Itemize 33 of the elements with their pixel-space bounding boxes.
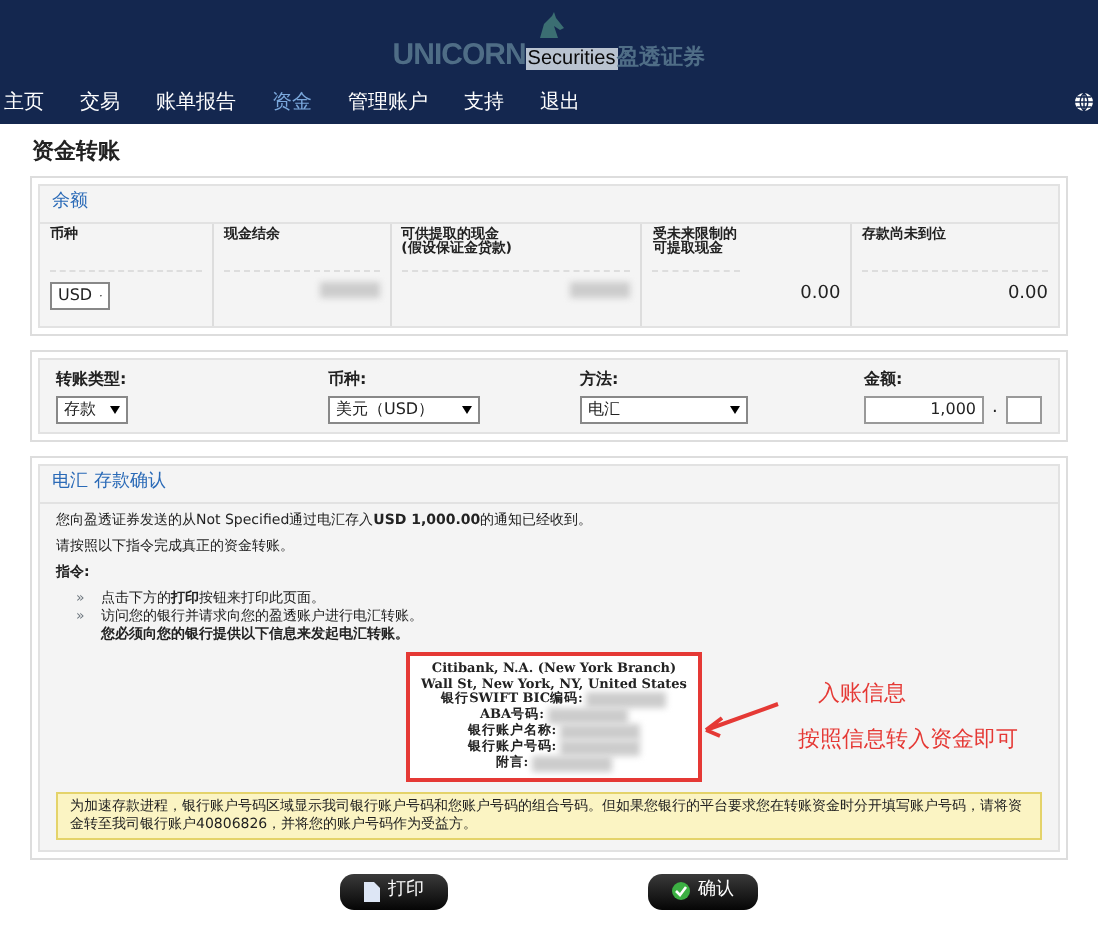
logo-text: Securities: [525, 48, 618, 70]
nav-link[interactable]: 资金: [260, 87, 324, 117]
redacted-value: [319, 281, 380, 297]
logo-text: UNICORN: [392, 38, 526, 72]
print-button[interactable]: 打印: [340, 874, 448, 910]
field-label: 币种:: [328, 367, 369, 391]
field-label: 方法:: [580, 367, 621, 391]
dropdown[interactable]: 存款: [56, 395, 128, 423]
currency-dropdown[interactable]: USD: [50, 281, 110, 309]
decimal-separator: .: [992, 396, 998, 422]
section-title: 电汇 存款确认: [40, 466, 1058, 503]
checkmark-icon: [672, 882, 690, 901]
document-icon: [364, 881, 380, 902]
field-label: 转账类型:: [56, 367, 128, 391]
nav-link[interactable]: 支持: [452, 87, 516, 117]
field-label: 金额:: [864, 367, 905, 391]
redacted-value: [570, 281, 631, 297]
confirm-button[interactable]: 确认: [648, 874, 758, 910]
annotation-title: 入账信息: [818, 680, 908, 710]
amount-field[interactable]: 1,000: [864, 395, 984, 423]
nav-link[interactable]: 账单报告: [144, 87, 248, 117]
dropdown[interactable]: 美元（USD）: [328, 395, 480, 423]
dropdown[interactable]: 电汇: [580, 395, 748, 423]
cents-field[interactable]: [1005, 395, 1042, 423]
nav-link[interactable]: 交易: [68, 87, 132, 117]
table-cell-text: 0.00: [800, 281, 841, 307]
nav-link[interactable]: 主页: [0, 87, 56, 117]
table-cell-text: 0.00: [1007, 281, 1048, 307]
section-title: 余额: [40, 186, 1058, 223]
nav-link[interactable]: 退出: [528, 87, 592, 117]
nav-link[interactable]: 管理账户: [336, 87, 440, 117]
page-title: 资金转账: [32, 136, 122, 166]
annotation-text: 按照信息转入资金即可: [798, 725, 1018, 754]
